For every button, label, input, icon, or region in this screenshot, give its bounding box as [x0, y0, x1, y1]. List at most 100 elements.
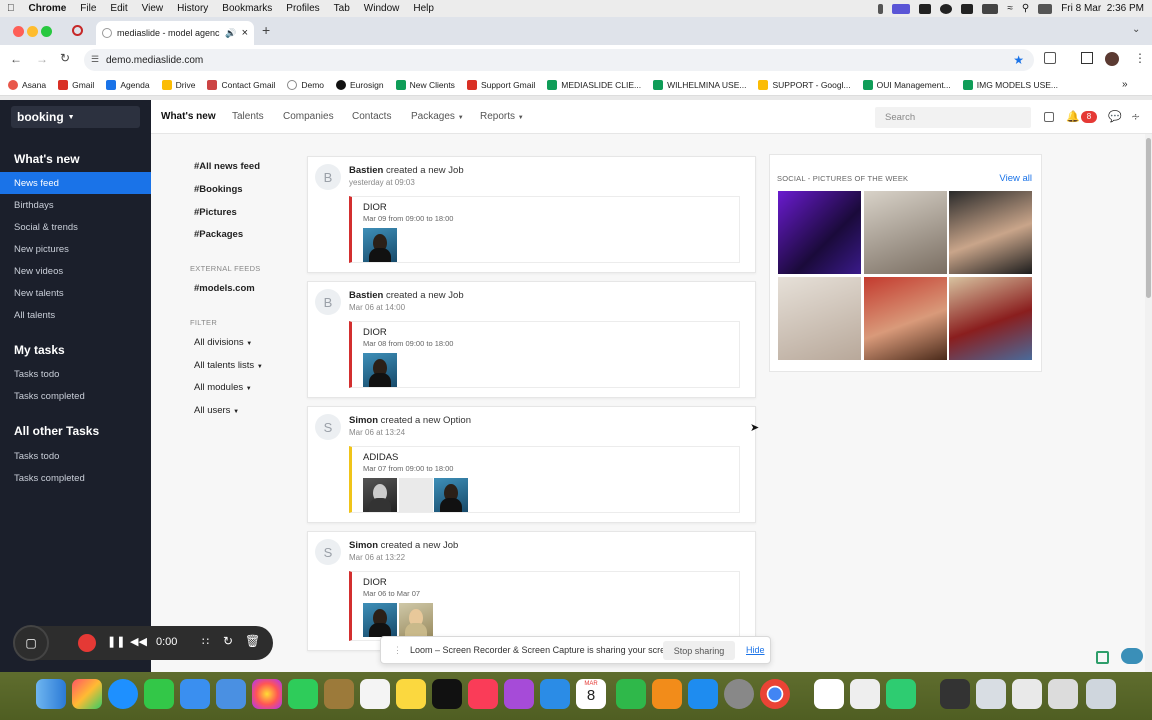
messages-icon[interactable] — [144, 679, 174, 709]
tab-search-icon[interactable]: ⌄ — [1132, 24, 1140, 35]
nav-packages[interactable]: Packages ▼ — [411, 111, 464, 122]
bookmark-demo[interactable]: Demo — [287, 79, 324, 90]
menu-window[interactable]: Window — [357, 3, 407, 14]
reminders-icon[interactable] — [360, 679, 390, 709]
grid-icon[interactable]: ∷ — [202, 635, 209, 648]
news-card[interactable]: B Bastien created a new Job Mar 06 at 14… — [307, 281, 756, 398]
menu-view[interactable]: View — [135, 3, 171, 14]
bookmark-asana[interactable]: Asana — [8, 79, 46, 90]
extensions-icon[interactable] — [1044, 52, 1056, 64]
tab-mediaslide[interactable]: mediaslide - model agenc 🔊 × — [96, 21, 254, 45]
podcasts-icon[interactable] — [504, 679, 534, 709]
recent-document-icon[interactable] — [976, 679, 1006, 709]
news-card[interactable]: S Simon created a new Option Mar 06 at 1… — [307, 406, 756, 523]
chat-icon[interactable]: 💬 — [1108, 110, 1122, 123]
nav-contacts[interactable]: Contacts — [352, 111, 391, 122]
menu-profiles[interactable]: Profiles — [279, 3, 326, 14]
address-bar[interactable]: ☰ demo.mediaslide.com ★ — [84, 49, 1034, 71]
menu-help[interactable]: Help — [406, 3, 441, 14]
bookmark-agenda[interactable]: Agenda — [106, 79, 150, 90]
bookmark-support-google[interactable]: SUPPORT - Googl... — [758, 79, 851, 90]
talent-thumbnail[interactable] — [399, 603, 433, 637]
facetime-icon[interactable] — [288, 679, 318, 709]
minimize-window-button[interactable] — [27, 26, 38, 37]
back-icon[interactable]: ← — [10, 52, 22, 66]
pause-icon[interactable]: ❚❚ — [107, 635, 125, 648]
social-photo[interactable] — [778, 191, 861, 274]
nav-whats-new[interactable]: What's new — [161, 111, 216, 122]
reload-icon[interactable]: ↻ — [60, 51, 70, 65]
view-all-link[interactable]: View all — [999, 173, 1032, 184]
job-block[interactable]: DIOR Mar 08 from 09:00 to 18:00 — [349, 321, 740, 388]
spotlight-icon[interactable]: ⚲ — [1022, 3, 1029, 14]
page-scrollbar[interactable] — [1145, 134, 1152, 672]
safari-icon[interactable] — [108, 679, 138, 709]
feed-link-pictures[interactable]: #Pictures — [194, 207, 237, 218]
slack-icon[interactable] — [814, 679, 844, 709]
system-settings-icon[interactable] — [724, 679, 754, 709]
talent-thumbnail[interactable] — [363, 228, 397, 262]
talent-thumbnail[interactable] — [363, 478, 397, 512]
filter-modules[interactable]: All modules ▼ — [194, 382, 252, 393]
menu-edit[interactable]: Edit — [103, 3, 134, 14]
site-info-icon[interactable]: ☰ — [91, 54, 99, 65]
job-block[interactable]: DIOR Mar 06 to Mar 07 — [349, 571, 740, 641]
chrome-icon[interactable] — [760, 679, 790, 709]
search-input[interactable]: Search — [875, 107, 1031, 128]
social-photo[interactable] — [949, 277, 1032, 360]
sidebar-item-social-trends[interactable]: Social & trends — [0, 216, 151, 238]
forward-icon[interactable]: → — [36, 52, 48, 66]
social-photo[interactable] — [864, 277, 947, 360]
talent-thumbnail[interactable] — [363, 603, 397, 637]
filter-talents-lists[interactable]: All talents lists ▼ — [194, 360, 263, 371]
sidebar-item-new-videos[interactable]: New videos — [0, 260, 151, 282]
keynote-icon[interactable] — [540, 679, 570, 709]
finder-icon[interactable] — [36, 679, 66, 709]
workspace-switcher[interactable]: booking ▼ — [11, 106, 140, 128]
app-store-icon[interactable] — [688, 679, 718, 709]
menu-app-name[interactable]: Chrome — [22, 3, 74, 14]
sidebar-item-birthdays[interactable]: Birthdays — [0, 194, 151, 216]
calendar-icon[interactable]: MAR 8 — [576, 679, 606, 709]
social-photo[interactable] — [778, 277, 861, 360]
sidebar-item-my-tasks-completed[interactable]: Tasks completed — [0, 385, 151, 407]
bookmark-mediaslide-clients[interactable]: MEDIASLIDE CLIE... — [547, 79, 641, 90]
contacts-icon[interactable] — [324, 679, 354, 709]
filter-users[interactable]: All users ▼ — [194, 405, 239, 416]
music-icon[interactable] — [468, 679, 498, 709]
apple-icon[interactable]:  — [0, 3, 22, 14]
news-card[interactable]: S Simon created a new Job Mar 06 at 13:2… — [307, 531, 756, 651]
bookmark-drive[interactable]: Drive — [161, 79, 195, 90]
feed-link-packages[interactable]: #Packages — [194, 229, 243, 240]
audio-icon[interactable]: 🔊 — [225, 28, 236, 39]
pages-icon[interactable] — [652, 679, 682, 709]
drag-handle-icon[interactable]: ⋮ — [393, 645, 402, 656]
stop-sharing-button[interactable]: Stop sharing — [663, 641, 735, 660]
bookmark-oui-management[interactable]: OUI Management... — [862, 79, 951, 90]
chrome-menu-icon[interactable]: ⋮ — [1134, 51, 1146, 65]
feed-link-models-com[interactable]: #models.com — [194, 283, 255, 294]
bookmark-new-clients[interactable]: New Clients — [395, 79, 455, 90]
bell-icon[interactable]: 🔔 — [1066, 110, 1080, 123]
menu-file[interactable]: File — [73, 3, 103, 14]
bookmark-wilhelmina[interactable]: WILHELMINA USE... — [653, 79, 746, 90]
mail-icon[interactable] — [180, 679, 210, 709]
launchpad-icon[interactable] — [72, 679, 102, 709]
option-block[interactable]: ADIDAS Mar 07 from 09:00 to 18:00 — [349, 446, 740, 513]
notes-icon[interactable] — [396, 679, 426, 709]
zoom-window-button[interactable] — [41, 26, 52, 37]
bookmark-contact-gmail[interactable]: Contact Gmail — [207, 79, 275, 90]
nav-talents[interactable]: Talents — [232, 111, 264, 122]
photos-icon[interactable] — [252, 679, 282, 709]
sidebar-item-new-pictures[interactable]: New pictures — [0, 238, 151, 260]
trash-icon[interactable] — [1086, 679, 1116, 709]
bookmark-gmail[interactable]: Gmail — [58, 79, 94, 90]
nav-companies[interactable]: Companies — [283, 111, 334, 122]
scrollbar-thumb[interactable] — [1146, 138, 1151, 298]
chat-widget-icon[interactable] — [1121, 648, 1143, 664]
grid-widget-icon[interactable] — [1096, 651, 1109, 664]
talent-thumbnail[interactable] — [434, 478, 468, 512]
close-tab-icon[interactable]: × — [242, 27, 248, 39]
sidebar-item-other-tasks-completed[interactable]: Tasks completed — [0, 467, 151, 489]
sidebar-item-my-tasks-todo[interactable]: Tasks todo — [0, 363, 151, 385]
